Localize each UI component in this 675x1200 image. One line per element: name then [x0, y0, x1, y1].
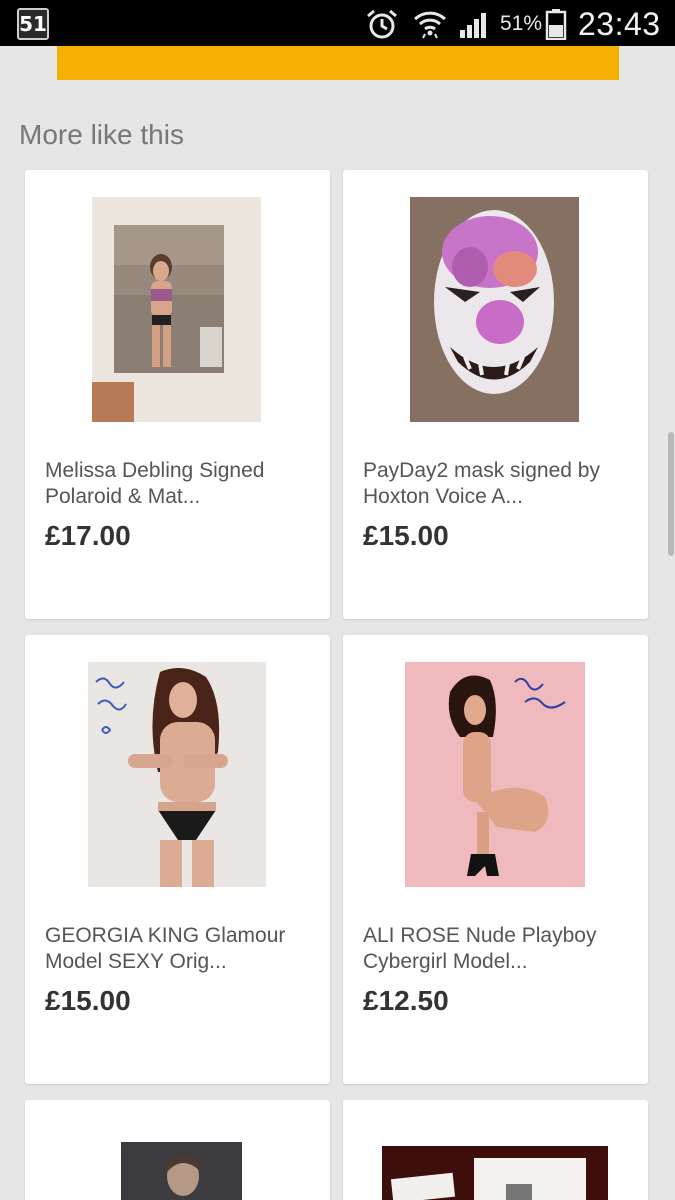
product-title-line: ALI ROSE Nude Playboy	[363, 924, 597, 947]
product-card[interactable]	[343, 1100, 648, 1200]
battery-icon	[545, 9, 567, 40]
product-title-line: Cybergirl Model...	[363, 950, 528, 973]
product-title-line: Model SEXY Orig...	[45, 950, 227, 973]
product-title-line: Melissa Debling Signed	[45, 459, 265, 482]
status-bar: 51 51% 23:43	[0, 0, 675, 46]
product-price: £17.00	[45, 520, 131, 551]
scrollbar[interactable]	[668, 432, 674, 556]
signal-icon	[460, 13, 486, 38]
product-title[interactable]: ALI ROSE Nude Playboy Cybergirl Model...	[363, 923, 638, 975]
battery-percent: 51%	[500, 12, 543, 35]
product-image[interactable]	[92, 197, 261, 422]
product-image[interactable]	[410, 197, 579, 422]
product-price: £15.00	[363, 520, 449, 551]
product-title-line: Polaroid & Mat...	[45, 485, 201, 508]
product-title[interactable]: Melissa Debling Signed Polaroid & Mat...	[45, 458, 320, 510]
notification-badge-icon: 51	[17, 8, 49, 40]
product-card[interactable]: Melissa Debling Signed Polaroid & Mat...…	[25, 170, 330, 619]
product-image[interactable]	[405, 662, 585, 887]
product-image[interactable]	[88, 662, 266, 887]
wifi-icon	[413, 11, 447, 39]
product-price: £12.50	[363, 985, 449, 1016]
product-card[interactable]	[25, 1100, 330, 1200]
product-image[interactable]	[382, 1146, 608, 1200]
product-title-line: Hoxton Voice A...	[363, 485, 523, 508]
product-title[interactable]: GEORGIA KING Glamour Model SEXY Orig...	[45, 923, 320, 975]
product-card[interactable]: GEORGIA KING Glamour Model SEXY Orig... …	[25, 635, 330, 1084]
clock: 23:43	[578, 6, 661, 42]
product-price: £15.00	[45, 985, 131, 1016]
product-title-line: PayDay2 mask signed by	[363, 459, 600, 482]
product-title-line: GEORGIA KING Glamour	[45, 924, 286, 947]
product-card[interactable]: ALI ROSE Nude Playboy Cybergirl Model...…	[343, 635, 648, 1084]
product-card[interactable]: PayDay2 mask signed by Hoxton Voice A...…	[343, 170, 648, 619]
promo-banner[interactable]	[57, 46, 619, 80]
product-title[interactable]: PayDay2 mask signed by Hoxton Voice A...	[363, 458, 638, 510]
product-image[interactable]	[121, 1142, 242, 1200]
section-title: More like this	[19, 119, 184, 150]
alarm-icon	[367, 9, 397, 39]
